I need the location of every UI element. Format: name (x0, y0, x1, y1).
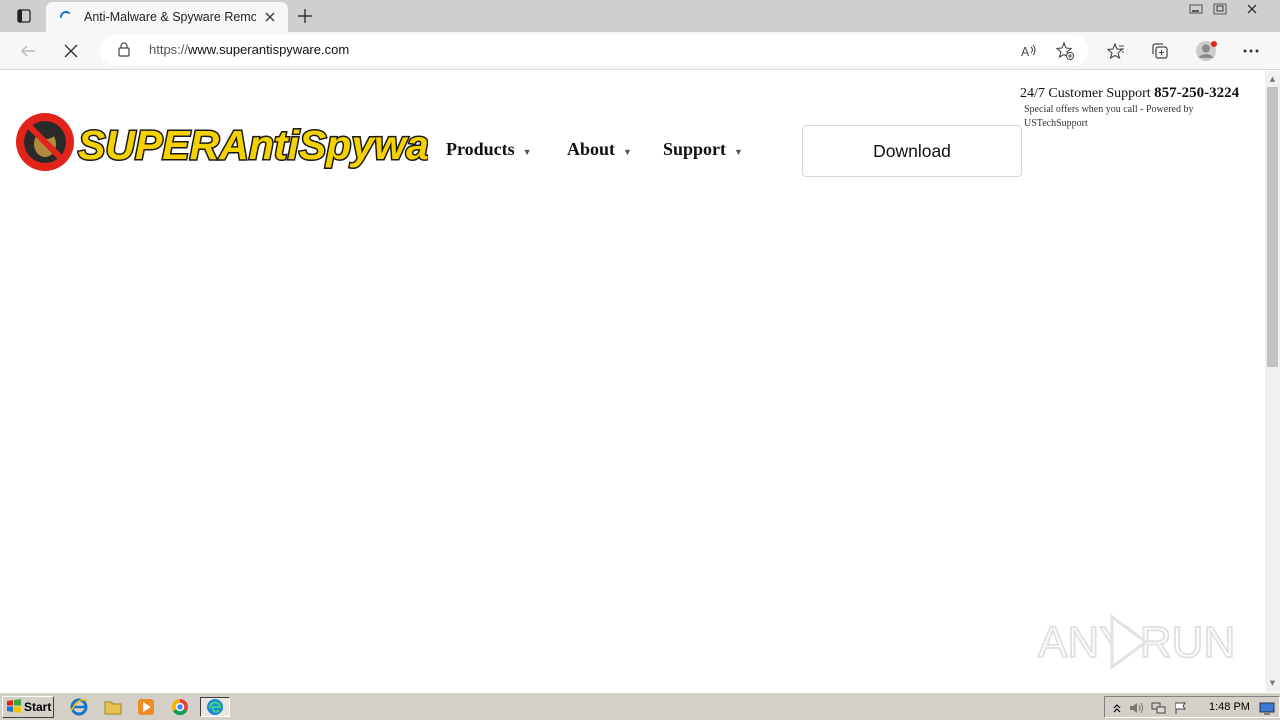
nav-support-label: Support (663, 139, 727, 159)
media-player-icon[interactable] (135, 697, 157, 717)
more-icon[interactable] (1238, 39, 1264, 63)
profile-icon[interactable] (1193, 39, 1219, 63)
tab-strip: Anti-Malware & Spyware Removal (0, 0, 1280, 32)
close-icon[interactable] (260, 7, 280, 27)
start-button[interactable]: Start (2, 696, 54, 718)
support-phone-link[interactable]: 857-250-3224 (1154, 85, 1239, 101)
close-icon[interactable] (1232, 0, 1272, 18)
edge-icon[interactable] (200, 697, 230, 717)
minimize-icon[interactable] (1184, 0, 1208, 18)
windows-logo-icon (6, 698, 22, 716)
caret-down-icon: ▼ (522, 147, 532, 157)
customer-support-line: 24/7 Customer Support 857-250-3224 (1020, 85, 1239, 102)
desktop-icon[interactable] (1259, 700, 1275, 716)
web-page: SUPERAntiSpyware Products ▼ About ▼ Supp… (0, 71, 1265, 692)
stop-icon[interactable] (58, 39, 84, 63)
support-note: Special offers when you call - Powered b… (1024, 104, 1194, 129)
svg-text:A: A (1021, 45, 1030, 59)
add-favorite-icon[interactable] (1054, 41, 1076, 61)
volume-icon[interactable] (1129, 700, 1145, 716)
tab-actions-icon[interactable] (8, 6, 40, 26)
scroll-down-icon[interactable]: ▼ (1268, 678, 1277, 687)
caret-down-icon: ▼ (623, 147, 632, 157)
nav-products-label: Products (446, 139, 515, 159)
download-button[interactable]: Download (802, 125, 1022, 177)
caret-down-icon: ▼ (734, 147, 743, 157)
back-icon[interactable] (15, 39, 41, 63)
show-hidden-icon[interactable] (1109, 700, 1125, 716)
plus-icon[interactable] (294, 6, 316, 26)
read-aloud-icon[interactable]: A (1018, 41, 1040, 61)
favorites-icon[interactable] (1103, 39, 1129, 63)
windows-taskbar: Start 1:48 PM (0, 692, 1280, 720)
restore-icon[interactable] (1208, 0, 1232, 18)
anyrun-watermark: ANY RUN (1036, 607, 1236, 677)
nav-about[interactable]: About ▼ (567, 139, 632, 160)
lock-icon[interactable] (118, 42, 130, 61)
loading-spinner-icon (58, 9, 74, 25)
nav-products[interactable]: Products ▼ (446, 139, 532, 160)
tab-active[interactable]: Anti-Malware & Spyware Removal (46, 2, 288, 32)
nav-about-label: About (567, 139, 616, 159)
system-tray: 1:48 PM (1104, 696, 1280, 718)
internet-explorer-icon[interactable] (68, 697, 90, 717)
chrome-icon[interactable] (169, 697, 191, 717)
network-icon[interactable] (1151, 700, 1167, 716)
address-bar[interactable]: https://www.superantispyware.com A (100, 35, 1088, 66)
site-logo[interactable]: SUPERAntiSpyware (14, 111, 469, 175)
support-label: 24/7 Customer Support (1020, 86, 1151, 101)
page-scrollbar[interactable]: ▲ ▼ (1265, 71, 1280, 692)
collections-icon[interactable] (1147, 39, 1173, 63)
logo-wordmark: SUPERAntiSpyware (78, 122, 428, 168)
start-label: Start (24, 700, 52, 714)
browser-toolbar: https://www.superantispyware.com A (0, 32, 1280, 70)
nav-support[interactable]: Support ▼ (663, 139, 743, 160)
url-scheme: https:// (149, 42, 189, 57)
scroll-up-icon[interactable]: ▲ (1268, 74, 1277, 83)
action-center-flag-icon[interactable] (1173, 700, 1189, 716)
url-text[interactable]: https://www.superantispyware.com (149, 42, 349, 57)
url-host: www.superantispyware.com (188, 42, 350, 57)
tab-title: Anti-Malware & Spyware Removal (84, 10, 256, 24)
folder-icon[interactable] (102, 697, 124, 717)
clock[interactable]: 1:48 PM (1209, 701, 1250, 713)
scrollbar-thumb[interactable] (1267, 87, 1278, 367)
